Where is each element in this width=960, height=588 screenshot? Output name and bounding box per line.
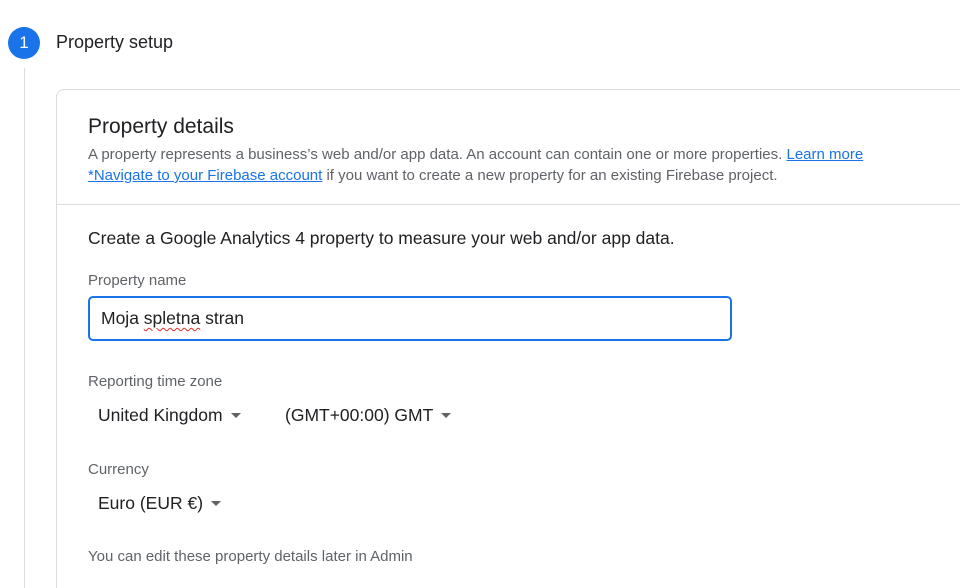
caret-down-icon: [211, 501, 222, 506]
currency-dropdown[interactable]: Euro (EUR €): [98, 493, 222, 514]
admin-footnote: You can edit these property details late…: [88, 548, 413, 565]
stepper-line: [24, 68, 25, 588]
learn-more-link[interactable]: Learn more: [787, 146, 864, 163]
description-line-2: *Navigate to your Firebase account if yo…: [88, 165, 863, 186]
step-number: 1: [19, 33, 29, 52]
country-dropdown[interactable]: United Kingdom: [98, 405, 241, 426]
property-name-value-misspelled: spletna: [143, 308, 201, 328]
time-zone-label: Reporting time zone: [88, 373, 223, 390]
card-header: Property details A property represents a…: [57, 90, 960, 204]
property-name-label: Property name: [88, 272, 187, 289]
card-title: Property details: [88, 115, 234, 138]
card-divider: [57, 204, 960, 205]
country-value: United Kingdom: [98, 405, 223, 425]
description-line-1: A property represents a business’s web a…: [88, 144, 863, 165]
property-name-value-prefix: Moja: [101, 308, 144, 328]
caret-down-icon: [441, 413, 452, 418]
property-details-card: Property details A property represents a…: [56, 89, 960, 588]
currency-value: Euro (EUR €): [98, 493, 204, 513]
firebase-account-link[interactable]: *Navigate to your Firebase account: [88, 167, 322, 184]
form-intro: Create a Google Analytics 4 property to …: [88, 228, 675, 248]
description-text-2: if you want to create a new property for…: [326, 167, 778, 184]
step-number-badge: 1: [8, 27, 40, 59]
property-name-value-suffix: stran: [200, 308, 245, 328]
page: 1 Property setup Property details A prop…: [0, 0, 960, 588]
property-name-input[interactable]: Moja spletna stran: [88, 296, 732, 341]
card-description: A property represents a business’s web a…: [88, 144, 863, 186]
step-title: Property setup: [56, 32, 174, 52]
description-text: A property represents a business’s web a…: [88, 146, 783, 163]
time-zone-value: (GMT+00:00) GMT: [285, 405, 434, 425]
caret-down-icon: [230, 413, 241, 418]
time-zone-dropdown[interactable]: (GMT+00:00) GMT: [285, 405, 452, 426]
currency-label: Currency: [88, 461, 149, 478]
